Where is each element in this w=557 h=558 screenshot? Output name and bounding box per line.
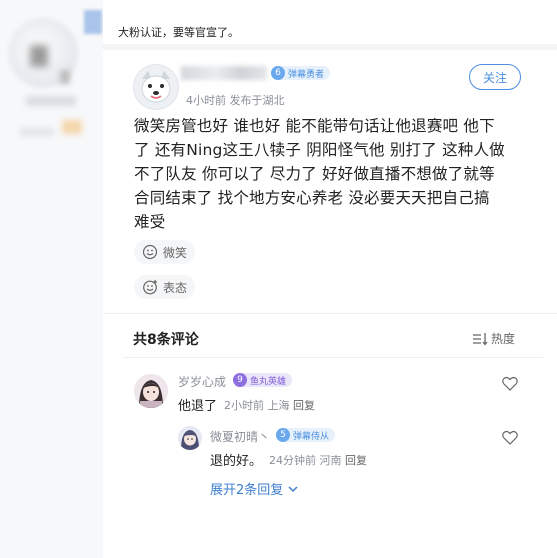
post-line: 了 还有Ning这王八犊子 阴阳怪气他 别打了 这种人做 xyxy=(134,141,505,159)
section-divider xyxy=(123,357,543,358)
comment-meta: 2小时前 上海 回复 xyxy=(224,397,315,413)
author-name-blurred[interactable] xyxy=(181,66,267,80)
post-meta: 4小时前 发布于湖北 xyxy=(186,92,285,108)
follow-button[interactable]: 关注 xyxy=(469,64,521,90)
chevron-down-icon xyxy=(288,485,298,492)
reply-button[interactable]: 回复 xyxy=(293,399,315,412)
like-icon[interactable] xyxy=(502,430,518,445)
expand-replies-link[interactable]: 展开2条回复 xyxy=(210,479,299,498)
commenter-level-badge: 9 鱼丸英雄 xyxy=(233,373,293,387)
comment-time: 2小时前 xyxy=(224,399,264,412)
post-panel: 大粉认证，要等官宣了。 6 弹幕勇者 4小时前 发布于湖北 关注 微笑房管也好 … xyxy=(103,0,557,558)
post-body: 微笑房管也好 谁也好 能不能带句话让他退赛吧 他下 了 还有Ning这王八犊子 … xyxy=(134,114,526,234)
level-title: 弹幕侍从 xyxy=(293,431,330,442)
comment-location: 河南 xyxy=(319,454,342,467)
blurred-region xyxy=(20,128,54,136)
blurred-region xyxy=(84,10,102,34)
commenter-name[interactable]: 微夏初晴丶 xyxy=(210,428,270,445)
comment-text: 退的好。 xyxy=(210,454,263,469)
level-number: 6 xyxy=(271,66,285,80)
section-divider xyxy=(103,313,557,314)
react-label: 表态 xyxy=(163,280,188,295)
post-line: 合同结束了 找个地方安心养老 没必要天天把自己搞 xyxy=(134,189,490,207)
comments-count-title: 共8条评论 xyxy=(133,332,199,348)
smile-icon xyxy=(142,244,158,260)
like-icon[interactable] xyxy=(502,376,518,391)
comment-location: 上海 xyxy=(267,399,290,412)
level-title: 弹幕勇者 xyxy=(288,69,325,80)
commenter-name[interactable]: 岁岁心成 xyxy=(178,373,226,390)
expand-replies-label: 展开2条回复 xyxy=(210,483,284,498)
emoji-add-icon xyxy=(143,280,157,295)
comment-text: 他退了 xyxy=(178,399,218,414)
post-time: 4小时前 xyxy=(186,94,226,107)
tag-label: 微笑 xyxy=(163,245,188,260)
sort-icon xyxy=(473,332,488,346)
blurred-region xyxy=(26,96,76,106)
commenter-level-badge: 5 弹幕侍从 xyxy=(276,428,336,442)
left-sidebar-blurred xyxy=(0,0,103,558)
react-button[interactable]: 表态 xyxy=(134,275,196,299)
commenter-avatar[interactable] xyxy=(178,426,202,450)
blurred-region xyxy=(30,45,48,67)
reply-button[interactable]: 回复 xyxy=(345,454,367,467)
level-number: 9 xyxy=(233,373,247,387)
level-title: 鱼丸英雄 xyxy=(250,376,287,387)
section-divider xyxy=(103,44,557,50)
blurred-region xyxy=(62,120,82,134)
comment-meta: 24分钟前 河南 回复 xyxy=(269,452,367,468)
post-line: 不了队友 你可以了 尽力了 好好做直播不想做了就等 xyxy=(134,165,495,183)
author-avatar[interactable] xyxy=(133,64,179,110)
commenter-avatar[interactable] xyxy=(134,374,168,408)
level-number: 5 xyxy=(276,428,290,442)
sort-label: 热度 xyxy=(491,332,516,346)
tag-chip[interactable]: 微笑 xyxy=(134,240,196,264)
author-level-badge: 6 弹幕勇者 xyxy=(271,66,331,80)
top-caption: 大粉认证，要等官宣了。 xyxy=(118,26,239,39)
comment-time: 24分钟前 xyxy=(269,454,316,467)
blurred-region xyxy=(60,70,70,84)
post-location: 发布于湖北 xyxy=(229,94,285,107)
post-line: 难受 xyxy=(134,213,166,231)
post-line: 微笑房管也好 谁也好 能不能带句话让他退赛吧 他下 xyxy=(134,117,495,135)
sort-toggle[interactable]: 热度 xyxy=(472,330,515,347)
